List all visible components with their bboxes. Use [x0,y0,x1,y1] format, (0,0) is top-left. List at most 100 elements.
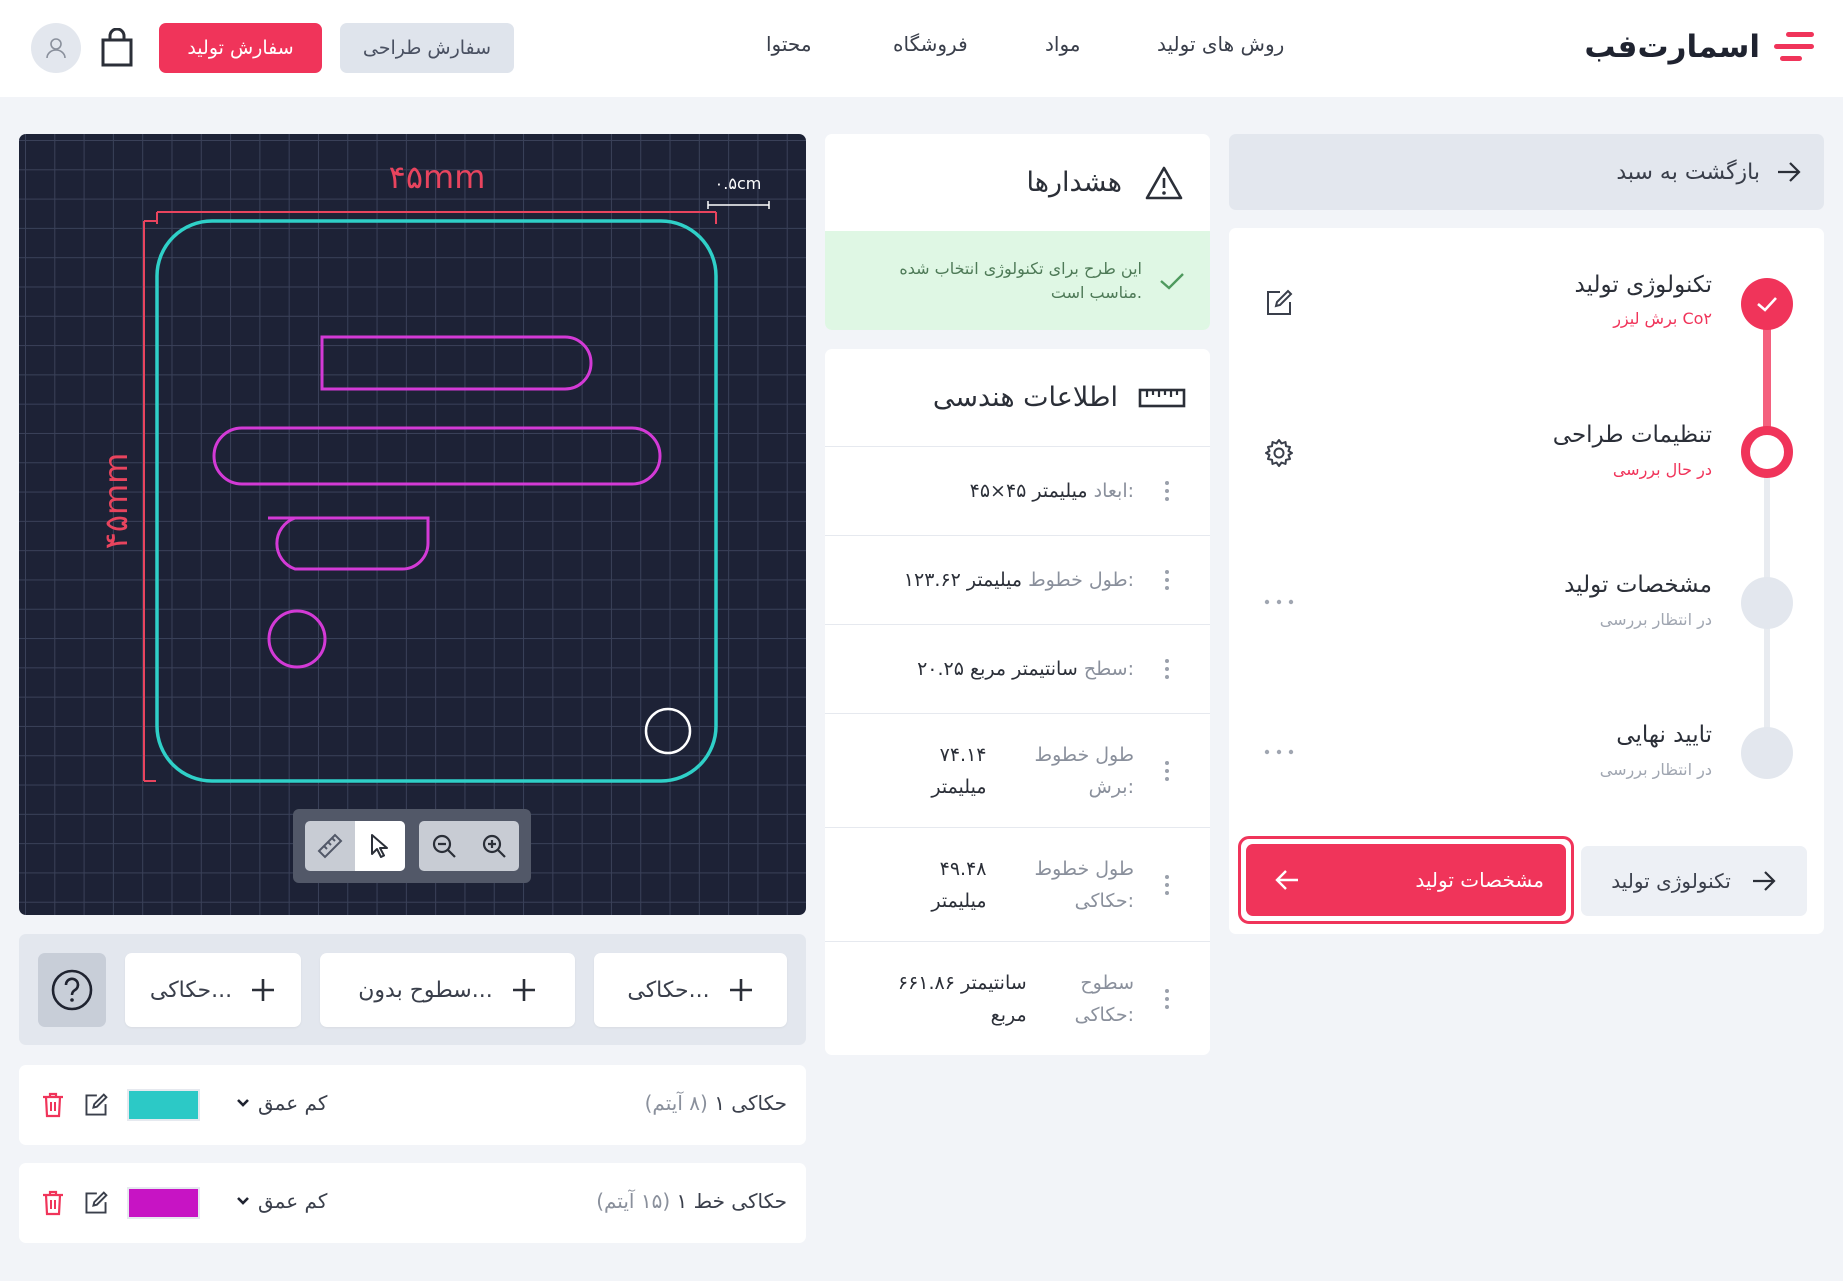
nav-materials[interactable]: مواد [1045,32,1081,56]
ruler-tool-button[interactable] [305,821,355,871]
more-vertical-icon[interactable] [1164,760,1170,781]
add-surfaces-button[interactable]: سطوح بدون... [320,953,575,1027]
add-button-label: حکاکی... [149,977,233,1003]
step-title-final-approval: تایید نهایی [1616,722,1712,748]
chevron-down-icon [237,1197,249,1205]
prev-step-button[interactable]: تکنولوژی تولید [1581,846,1807,916]
label-line2: برش: [1088,775,1134,798]
help-button[interactable] [38,953,106,1027]
check-icon [1160,272,1184,290]
label-line1: سطوح [1080,972,1134,994]
steps-card [1229,228,1824,934]
cut-outline-shape [155,219,718,783]
value-line2: مربع [990,1004,1027,1026]
step-subtitle-production-specs: در انتظار بررسی [1599,610,1712,629]
layer-row[interactable]: حکاکی خط ۱ (۱۵ آیتم) کم عمق [19,1163,806,1243]
edit-icon[interactable] [83,1190,109,1216]
more-vertical-icon[interactable] [1164,874,1170,895]
margin-dimension-label: ۰.۵cm [715,174,762,193]
layer-name: حکاکی خط ۱ (۱۵ آیتم) [596,1189,787,1213]
engrave-circle [267,609,327,669]
design-order-button[interactable]: سفارش طراحی [340,23,514,73]
nav-shop[interactable]: فروشگاه [893,32,968,56]
warnings-header: هشدارها [825,134,1210,231]
nav-production-methods[interactable]: روش های تولید [1157,32,1284,56]
layer-color-swatch[interactable] [127,1089,200,1121]
layer-title: حکاکی ۱ [714,1091,787,1115]
label-line1: طول خطوط [1034,857,1135,880]
value-line2: میلیمتر [931,889,987,912]
value-line1: ۷۴.۱۴ [939,743,987,766]
depth-select[interactable]: کم عمق [236,1189,327,1213]
design-drawing: ۴۵mm ۴۵mm ۰.۵cm [97,158,770,783]
back-to-cart-label: بازگشت به سبد [1616,159,1760,185]
next-step-button[interactable]: مشخصات تولید [1246,844,1566,916]
geometry-value: ۴۹.۴۸ میلیمتر [931,853,986,917]
ruler-icon [1138,388,1186,407]
geometry-label: سطوح حکاکی: [1075,967,1134,1031]
production-order-button[interactable]: سفارش تولید [159,23,322,73]
height-dimension-label: ۴۵mm [97,453,135,550]
shopping-bag-icon[interactable] [100,28,134,68]
label-line1: طول خطوط [1034,743,1135,766]
warning-success-message: این طرح برای تکنولوژی انتخاب شده مناسب ا… [825,231,1210,330]
layer-name: حکاکی ۱ (۸ آیتم) [645,1091,787,1115]
step-title-design-settings: تنظیمات طراحی [1552,422,1712,448]
brand-logo[interactable]: اسمارت‌فب [1576,22,1816,72]
warning-message-line2: مناسب است. [1050,282,1142,302]
height-dimension-ticks [144,220,156,782]
canvas-toolbar [293,809,531,883]
hole-circle [644,707,692,755]
zoom-in-icon [482,834,506,858]
user-avatar[interactable] [31,23,81,73]
logo-mark-icon [1774,32,1814,61]
value-line1: ۴۹.۴۸ [939,857,987,880]
geometry-row-dimensions: ۴۵×۴۵ میلیمتر ابعاد: [825,447,1210,536]
zoom-in-button[interactable] [469,821,519,871]
geometry-title: اطلاعات هندسی [932,382,1118,413]
geometry-label: طول خطوط حکاکی: [1035,853,1135,917]
layer-row[interactable]: حکاکی ۱ (۸ آیتم) کم عمق [19,1065,806,1145]
trash-icon[interactable] [41,1091,65,1119]
help-icon [51,969,93,1011]
width-dimension-label: ۴۵mm [389,158,486,196]
next-step-label: مشخصات تولید [1415,868,1544,892]
zoom-out-button[interactable] [419,821,469,871]
more-vertical-icon[interactable] [1164,989,1170,1009]
gear-icon[interactable] [1264,438,1294,468]
more-vertical-icon[interactable] [1164,481,1170,501]
plus-icon [512,979,535,1001]
more-vertical-icon[interactable] [1164,570,1170,590]
warnings-title: هشدارها [1026,167,1122,198]
more-vertical-icon[interactable] [1164,659,1170,679]
step-title-production-specs: مشخصات تولید [1564,572,1712,598]
layer-color-swatch[interactable] [127,1187,200,1219]
depth-select[interactable]: کم عمق [236,1091,327,1115]
geometry-value: ۱۲۳.۶۲ میلیمتر [903,569,1023,591]
geometry-info-card: اطلاعات هندسی ۴۵×۴۵ میلیمتر ابعاد: ۱۲۳.۶… [825,349,1210,1055]
user-icon [46,38,66,59]
geometry-label: طول خطوط برش: [1035,739,1135,803]
depth-value: کم عمق [258,1189,328,1213]
edit-icon[interactable] [83,1092,109,1118]
layer-count: (۸ آیتم) [644,1091,708,1115]
add-engrave-button[interactable]: حکاکی... [594,953,787,1027]
label-line2: حکاکی: [1074,889,1134,912]
step-active-marker [1741,426,1793,478]
edit-icon[interactable] [1264,288,1294,318]
geometry-row-engrave-area: ۶۶۱.۸۶ سانتیمتر مربع سطوح حکاکی: [825,942,1210,1055]
add-engrave-button-2[interactable]: حکاکی... [125,953,301,1027]
design-canvas[interactable]: ۴۵mm ۴۵mm ۰.۵cm [19,134,806,915]
select-tool-button[interactable] [355,821,405,871]
trash-icon[interactable] [41,1189,65,1217]
geometry-row-line-length: ۱۲۳.۶۲ میلیمتر طول خطوط: [825,536,1210,625]
nav-content[interactable]: محتوا [766,32,812,56]
back-to-cart-bar[interactable]: بازگشت به سبد [1229,134,1824,210]
geometry-label: ابعاد: [1093,480,1134,502]
zoom-out-icon [432,834,456,858]
more-horizontal-icon [1264,749,1294,755]
arrow-left-icon [1275,870,1298,890]
depth-value: کم عمق [258,1091,328,1115]
step-done-marker [1741,278,1793,330]
layer-count: (۱۵ آیتم) [596,1189,671,1213]
